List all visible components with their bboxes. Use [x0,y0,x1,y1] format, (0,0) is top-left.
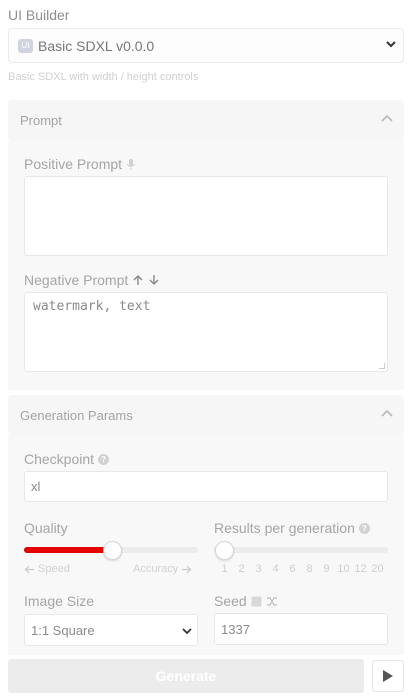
generation-section-title: Generation Params [20,407,133,423]
negative-prompt-label: Negative Prompt [24,272,160,288]
results-label: Results per generation ? [214,520,370,536]
help-icon[interactable]: ? [358,522,370,534]
seed-label: Seed [214,593,278,609]
chevron-down-icon [182,628,192,635]
results-tick: 6 [289,563,296,575]
generation-section-header[interactable]: Generation Params [8,395,404,435]
play-button[interactable] [372,660,404,692]
quality-right-hint: Accuracy [133,563,192,575]
results-tick: 9 [323,563,330,575]
positive-prompt-input[interactable] [24,176,388,256]
results-tick: 20 [371,563,384,575]
results-slider-thumb[interactable] [215,541,234,560]
arrow-up-icon[interactable] [132,274,144,286]
results-tick: 8 [306,563,313,575]
image-size-select[interactable]: 1:1 Square [24,614,198,646]
help-icon[interactable]: ? [98,453,110,465]
results-tick: 2 [238,563,245,575]
workflow-icon: UI [18,38,33,53]
arrow-down-icon[interactable] [148,274,160,286]
results-tick: 4 [272,563,279,575]
positive-prompt-label: Positive Prompt [24,156,136,172]
results-tick: 10 [337,563,350,575]
chevron-up-icon [381,409,393,417]
quality-label: Quality [24,520,68,536]
results-tick: 12 [354,563,367,575]
workflow-description: Basic SDXL with width / height controls [8,71,199,83]
microphone-icon[interactable] [126,158,136,171]
seed-input[interactable]: 1337 [214,613,388,645]
image-size-label: Image Size [24,593,95,609]
generate-button[interactable]: Generate [8,659,364,693]
workflow-selected: Basic SDXL v0.0.0 [38,37,155,54]
checkpoint-input[interactable]: xl [24,471,388,502]
chevron-up-icon [381,114,393,122]
results-slider-track[interactable] [214,547,388,553]
chevron-down-icon [386,41,396,48]
results-ticks: 1 2 3 4 6 8 9 10 12 20 [216,563,386,575]
app-title: UI Builder [8,7,70,23]
quality-slider-fill [24,547,113,553]
checkpoint-label: Checkpoint ? [24,451,110,467]
results-tick: 3 [255,563,262,575]
lock-icon[interactable] [251,596,262,607]
play-icon [383,670,393,682]
quality-left-hint: Speed [24,563,70,575]
negative-prompt-input[interactable]: watermark, text [24,292,388,372]
results-tick: 1 [221,563,228,575]
prompt-section-title: Prompt [20,112,62,128]
shuffle-icon[interactable] [266,596,278,607]
arrow-left-icon [24,565,34,573]
arrow-right-icon [182,565,192,573]
prompt-section-header[interactable]: Prompt [8,100,404,140]
workflow-select[interactable]: UI Basic SDXL v0.0.0 [8,28,404,63]
